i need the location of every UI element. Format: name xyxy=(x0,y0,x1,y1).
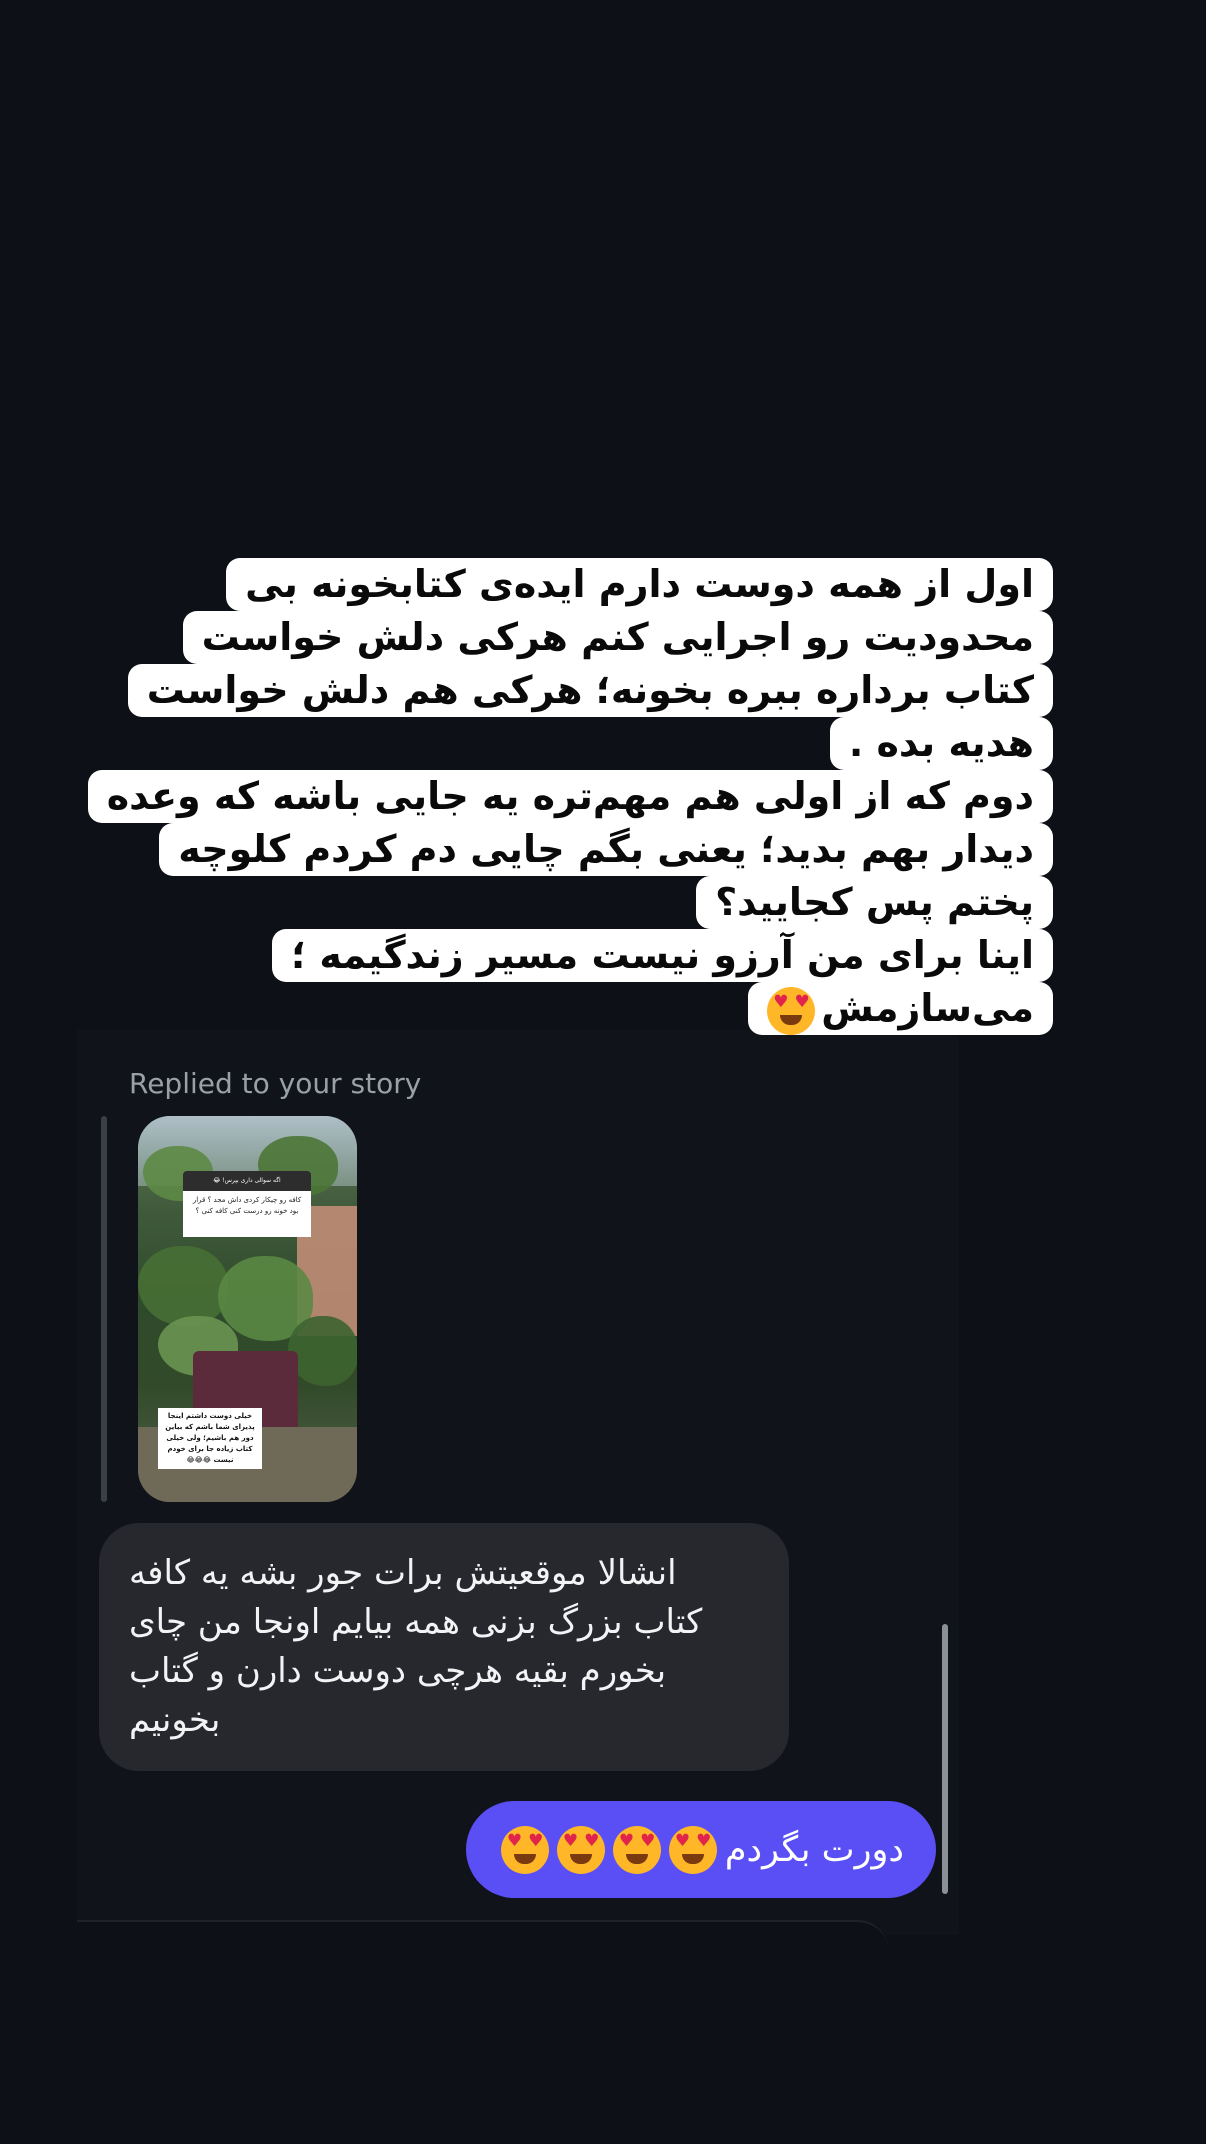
leaf xyxy=(288,1316,357,1386)
incoming-message-bubble[interactable]: انشالا موقعیتش برات جور بشه یه کافه کتاب… xyxy=(99,1523,789,1771)
heart-eyes-emoji-icon xyxy=(612,1825,661,1874)
outgoing-message-text: دورت بگردم xyxy=(724,1829,904,1870)
incoming-message-text: انشالا موقعیتش برات جور بشه یه کافه کتاب… xyxy=(129,1553,703,1740)
story-answer-text: خیلی دوست داشتم اینجا پذیرای شما باشم که… xyxy=(158,1408,262,1469)
outgoing-message-bubble[interactable]: دورت بگردم xyxy=(466,1801,936,1898)
caption-line: دیدار بهم بدید؛ یعنی بگم چایی دم کردم کل… xyxy=(159,823,1053,876)
reply-indicator-bar xyxy=(101,1116,107,1502)
composer-edge xyxy=(77,1920,889,1952)
leaf xyxy=(138,1246,228,1326)
story-thumbnail[interactable]: اگه سوالی داری بپرس! 😂 کافه رو چیکار کرد… xyxy=(138,1116,357,1502)
caption-line: هدیه بده . xyxy=(829,717,1053,770)
heart-eyes-emoji-icon xyxy=(556,1825,605,1874)
caption-line-text: می‌سازمش xyxy=(821,986,1034,1030)
story-caption: اول از همه دوست دارم ایده‌ی کتابخونه بی … xyxy=(87,558,1053,1035)
story-question-text: کافه رو چیکار کردی داش مجد ؟ قرار بود خو… xyxy=(183,1191,311,1237)
caption-line: اول از همه دوست دارم ایده‌ی کتابخونه بی xyxy=(226,558,1053,611)
story-question-header: اگه سوالی داری بپرس! 😂 xyxy=(183,1171,311,1191)
heart-eyes-emoji-icon xyxy=(668,1825,717,1874)
heart-eyes-emoji-icon xyxy=(767,986,816,1035)
caption-line: پختم پس کجایید؟ xyxy=(696,876,1053,929)
caption-line-last: می‌سازمش xyxy=(748,982,1053,1035)
scrollbar[interactable] xyxy=(942,1624,948,1894)
reply-label: Replied to your story xyxy=(129,1067,422,1100)
caption-line: کتاب برداره ببره بخونه؛ هرکی هم دلش خواس… xyxy=(127,664,1053,717)
caption-line: اینا برای من آرزو نیست مسیر زندگیمه ؛ xyxy=(271,929,1053,982)
caption-line: دوم که از اولی هم مهم‌تره یه جایی باشه ک… xyxy=(87,770,1053,823)
heart-eyes-emoji-icon xyxy=(500,1825,549,1874)
caption-line: محدودیت رو اجرایی کنم هرکی دلش خواست xyxy=(182,611,1053,664)
